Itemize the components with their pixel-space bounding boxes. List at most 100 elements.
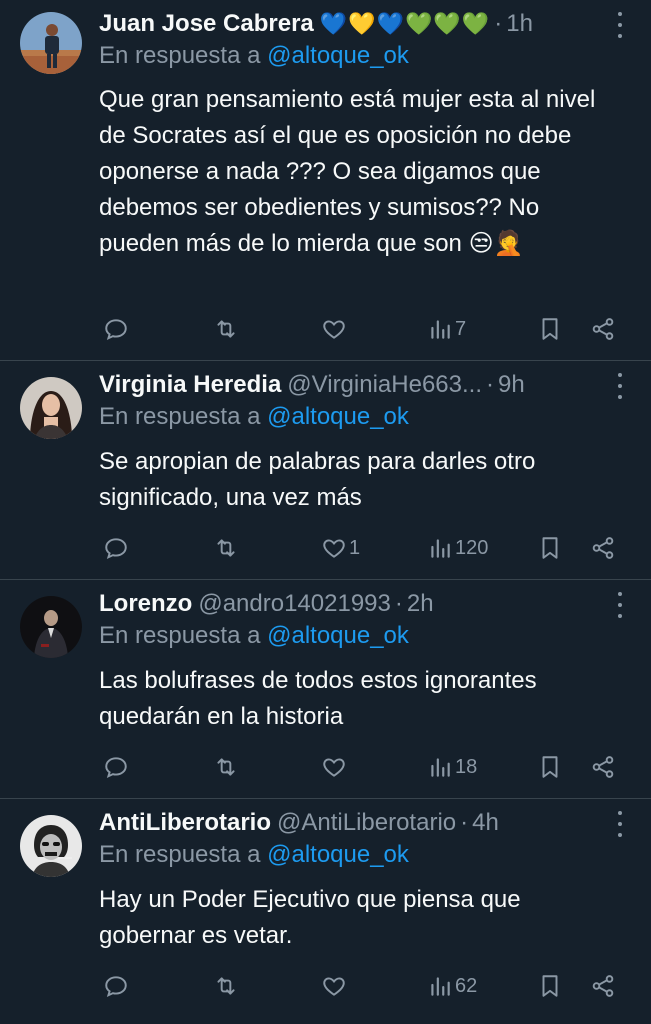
heart-emoji: 💙 bbox=[319, 11, 348, 36]
mention-link[interactable]: @altoque_ok bbox=[267, 841, 409, 868]
bookmark-icon bbox=[537, 973, 563, 999]
heart-emoji: 💚 bbox=[461, 11, 490, 36]
reply-text: Las bolufrases de todos estos ignorantes… bbox=[99, 667, 537, 730]
avatar[interactable] bbox=[20, 815, 82, 877]
views-button[interactable]: 18 bbox=[427, 749, 477, 785]
views-icon bbox=[427, 973, 453, 999]
share-icon bbox=[590, 535, 616, 561]
views-button[interactable]: 7 bbox=[427, 311, 466, 347]
reply-text: Hay un Poder Ejecutivo que piensa que go… bbox=[99, 886, 521, 949]
replying-to: En respuesta a @altoque_ok bbox=[99, 403, 409, 431]
separator-dot: · bbox=[460, 809, 469, 836]
views-icon bbox=[427, 535, 453, 561]
share-icon bbox=[590, 973, 616, 999]
like-button[interactable] bbox=[321, 311, 349, 347]
separator-dot: · bbox=[494, 10, 503, 37]
views-button[interactable]: 62 bbox=[427, 968, 477, 1004]
views-count: 18 bbox=[455, 755, 478, 778]
separator-dot: · bbox=[486, 371, 494, 398]
bookmark-button[interactable] bbox=[537, 749, 563, 785]
heart-emoji: 💙 bbox=[376, 11, 404, 36]
author-name[interactable]: Juan Jose Cabrera bbox=[99, 10, 314, 38]
more-icon[interactable] bbox=[613, 373, 627, 399]
author-handle[interactable]: @VirginiaHe663... bbox=[287, 371, 482, 399]
bookmark-icon bbox=[537, 316, 563, 342]
heart-emoji: 💚 bbox=[405, 11, 433, 36]
replying-prefix: En respuesta a bbox=[99, 622, 261, 649]
more-icon[interactable] bbox=[613, 811, 627, 837]
action-bar: 1 120 bbox=[99, 530, 629, 566]
reply-card[interactable]: Virginia Heredia @VirginiaHe663... · 9h … bbox=[0, 361, 651, 580]
avatar[interactable] bbox=[20, 596, 82, 658]
mention-link[interactable]: @altoque_ok bbox=[267, 622, 409, 649]
bookmark-button[interactable] bbox=[537, 968, 563, 1004]
more-icon[interactable] bbox=[613, 592, 627, 618]
action-bar: 62 bbox=[99, 968, 629, 1004]
reply-card[interactable]: Lorenzo @andro14021993 · 2h En respuesta… bbox=[0, 580, 651, 799]
repost-button[interactable] bbox=[213, 530, 241, 566]
timestamp[interactable]: 9h bbox=[498, 371, 525, 399]
mention-link[interactable]: @altoque_ok bbox=[267, 403, 409, 430]
avatar[interactable] bbox=[20, 12, 82, 74]
timestamp[interactable]: 2h bbox=[407, 590, 434, 618]
like-icon bbox=[321, 973, 347, 999]
reply-button[interactable] bbox=[103, 530, 131, 566]
like-button[interactable]: 1 bbox=[321, 530, 360, 566]
timestamp[interactable]: 1h bbox=[506, 10, 533, 38]
repost-icon bbox=[213, 754, 239, 780]
views-button[interactable]: 120 bbox=[427, 530, 488, 566]
replying-to: En respuesta a @altoque_ok bbox=[99, 622, 409, 650]
share-button[interactable] bbox=[590, 749, 616, 785]
bookmark-button[interactable] bbox=[537, 530, 563, 566]
replying-prefix: En respuesta a bbox=[99, 42, 261, 69]
bookmark-button[interactable] bbox=[537, 311, 563, 347]
views-count: 7 bbox=[455, 317, 467, 340]
share-icon bbox=[590, 754, 616, 780]
author-handle[interactable]: @andro14021993 bbox=[198, 590, 391, 618]
repost-icon bbox=[213, 316, 239, 342]
like-count: 1 bbox=[349, 536, 361, 559]
reply-button[interactable] bbox=[103, 311, 131, 347]
share-button[interactable] bbox=[590, 530, 616, 566]
author-name[interactable]: AntiLiberotario bbox=[99, 809, 271, 837]
author-handle[interactable]: @AntiLiberotario bbox=[277, 809, 456, 837]
author-name[interactable]: Lorenzo bbox=[99, 590, 192, 618]
action-bar: 7 bbox=[99, 311, 629, 347]
views-icon bbox=[427, 754, 453, 780]
reply-text: Se apropian de palabras para darles otro… bbox=[99, 448, 536, 511]
action-bar: 18 bbox=[99, 749, 629, 785]
avatar[interactable] bbox=[20, 377, 82, 439]
repost-button[interactable] bbox=[213, 749, 241, 785]
reply-icon bbox=[103, 316, 129, 342]
repost-button[interactable] bbox=[213, 968, 241, 1004]
share-button[interactable] bbox=[590, 968, 616, 1004]
reply-card[interactable]: AntiLiberotario @AntiLiberotario · 4h En… bbox=[0, 799, 651, 1024]
name-emoji-hearts: 💙 💛 💙 💚 💚 💚 bbox=[320, 13, 490, 35]
reply-card[interactable]: Juan Jose Cabrera 💙 💛 💙 💚 💚 💚 · 1h En re… bbox=[0, 0, 651, 361]
more-icon[interactable] bbox=[613, 12, 627, 38]
share-button[interactable] bbox=[590, 311, 616, 347]
like-button[interactable] bbox=[321, 968, 349, 1004]
replying-prefix: En respuesta a bbox=[99, 841, 261, 868]
heart-emoji: 💚 bbox=[433, 11, 461, 36]
heart-emoji: 💛 bbox=[348, 11, 376, 36]
replying-to: En respuesta a @altoque_ok bbox=[99, 42, 409, 70]
repost-button[interactable] bbox=[213, 311, 241, 347]
reply-button[interactable] bbox=[103, 749, 131, 785]
timestamp[interactable]: 4h bbox=[472, 809, 499, 837]
reply-header: Juan Jose Cabrera 💙 💛 💙 💚 💚 💚 · 1h bbox=[99, 6, 603, 42]
reply-button[interactable] bbox=[103, 968, 131, 1004]
like-button[interactable] bbox=[321, 749, 349, 785]
bookmark-icon bbox=[537, 535, 563, 561]
reply-icon bbox=[103, 754, 129, 780]
like-icon bbox=[321, 535, 347, 561]
reply-text: Que gran pensamiento está mujer esta al … bbox=[99, 86, 596, 257]
author-name[interactable]: Virginia Heredia bbox=[99, 371, 281, 399]
repost-icon bbox=[213, 973, 239, 999]
separator-dot: · bbox=[394, 590, 403, 617]
replying-prefix: En respuesta a bbox=[99, 403, 261, 430]
views-count: 120 bbox=[455, 536, 489, 559]
mention-link[interactable]: @altoque_ok bbox=[267, 42, 409, 69]
reply-header: Lorenzo @andro14021993 · 2h bbox=[99, 586, 603, 622]
bookmark-icon bbox=[537, 754, 563, 780]
